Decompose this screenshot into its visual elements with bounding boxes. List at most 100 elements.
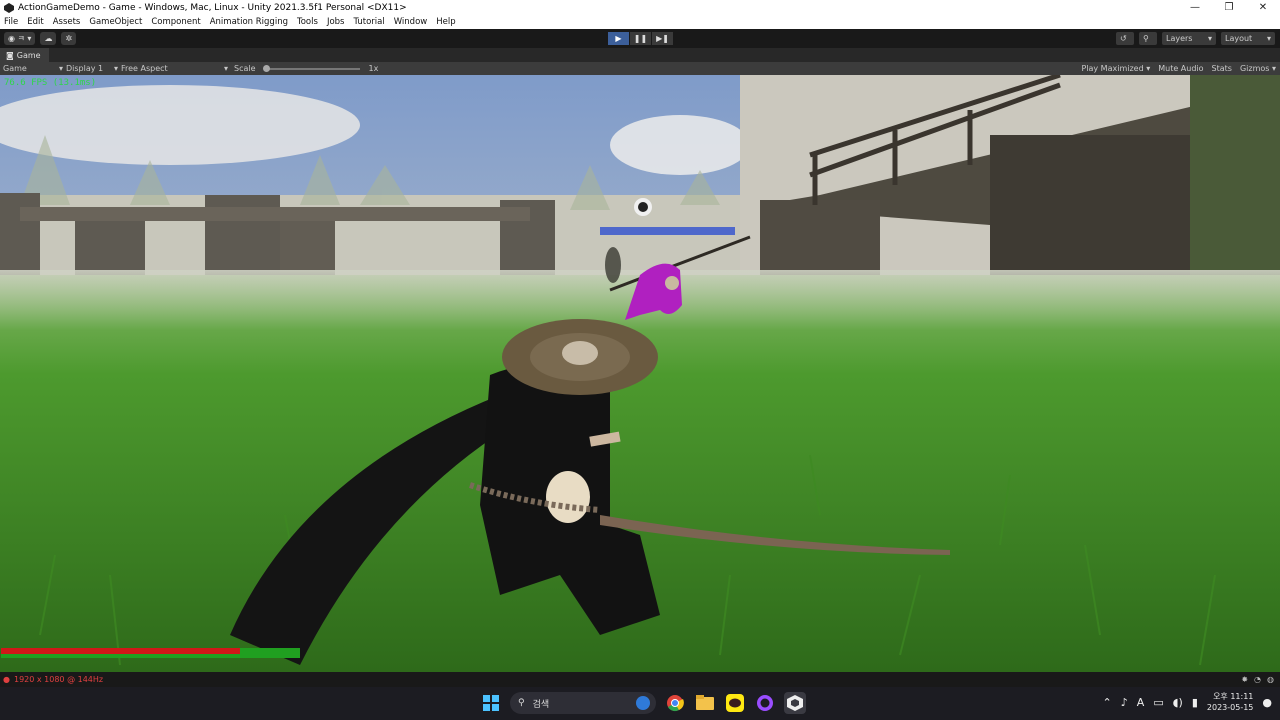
microphone-icon[interactable]: ♪ (1121, 696, 1128, 709)
chevron-down-icon: ▾ (113, 64, 118, 73)
game-view-toolbar: Game ▾ Display 1 ▾ Free Aspect ▾ Scale 1x P… (0, 62, 1280, 75)
tab-game-label: Game (16, 50, 41, 60)
chrome-icon (667, 695, 684, 712)
player-health-bar (1, 643, 300, 659)
unity-logo-icon (4, 2, 14, 13)
menu-tutorial[interactable]: Tutorial (353, 17, 384, 27)
history-icon: ↺ (1120, 34, 1127, 43)
unity-icon (787, 695, 803, 711)
gizmos-dropdown[interactable]: Gizmos ▾ (1240, 64, 1276, 73)
scale-label: Scale (234, 64, 256, 73)
start-button[interactable] (480, 692, 502, 714)
collab-icon: ✲ (65, 34, 73, 43)
play-controls: ▶ ❚❚ ▶❚ (608, 32, 673, 45)
menu-bar: File Edit Assets GameObject Component An… (0, 15, 1280, 29)
chevron-down-icon: ▾ (1146, 64, 1151, 73)
layers-label: Layers (1166, 34, 1193, 43)
scale-control: Scale 1x (234, 64, 378, 73)
menu-animation-rigging[interactable]: Animation Rigging (210, 17, 288, 27)
layout-dropdown[interactable]: Layout ▾ (1221, 32, 1275, 45)
network-icon[interactable]: ▭ (1153, 696, 1163, 709)
scale-slider[interactable] (262, 64, 360, 72)
window-title: ActionGameDemo - Game - Windows, Mac, Li… (18, 2, 407, 13)
error-icon: ● (3, 675, 10, 684)
game-viewport[interactable]: 76.6 FPS (13.1ms) (0, 75, 1280, 672)
minimize-button[interactable]: — (1178, 2, 1212, 13)
chevron-up-icon[interactable]: ⌃ (1103, 696, 1112, 709)
menu-help[interactable]: Help (436, 17, 455, 27)
window-titlebar: ActionGameDemo - Game - Windows, Mac, Li… (0, 0, 1280, 15)
progress-icon[interactable]: ◔ (1254, 675, 1261, 684)
tab-row: ◙ Game (0, 48, 1280, 62)
pause-icon: ❚❚ (633, 34, 648, 43)
taskbar-clock[interactable]: 오후 11:11 2023-05-15 (1207, 691, 1254, 713)
cloud-icon: ☁ (44, 34, 53, 43)
play-maximized-dropdown[interactable]: Play Maximized ▾ (1081, 64, 1150, 73)
menu-assets[interactable]: Assets (53, 17, 81, 27)
close-button[interactable]: ✕ (1246, 2, 1280, 13)
taskbar-github-desktop[interactable] (754, 692, 776, 714)
notification-icon[interactable]: ● (1262, 696, 1272, 709)
aspect-label: Free Aspect (121, 64, 168, 73)
taskbar-unity[interactable] (784, 692, 806, 714)
folder-icon (696, 695, 714, 710)
pause-button[interactable]: ❚❚ (630, 32, 651, 45)
step-icon: ▶❚ (656, 34, 669, 43)
play-icon: ▶ (615, 34, 622, 43)
search-icon: ⚲ (1143, 34, 1149, 43)
aspect-dropdown[interactable]: Free Aspect ▾ (121, 64, 228, 73)
ime-icon[interactable]: A (1137, 696, 1145, 709)
play-button[interactable]: ▶ (608, 32, 629, 45)
tab-game[interactable]: ◙ Game (0, 48, 49, 62)
battery-icon[interactable]: ▮ (1192, 696, 1198, 709)
menu-tools[interactable]: Tools (297, 17, 318, 27)
display-label: Display 1 (66, 64, 104, 73)
chevron-down-icon: ▾ (58, 64, 63, 73)
taskbar-search[interactable]: ⚲ 검색 (510, 692, 656, 714)
search-icon: ⚲ (518, 698, 525, 708)
chevron-down-icon: ▾ (223, 64, 228, 73)
layout-label: Layout (1225, 34, 1253, 43)
menu-jobs[interactable]: Jobs (327, 17, 345, 27)
bing-icon (636, 696, 650, 710)
play-maximized-label: Play Maximized (1081, 64, 1144, 73)
cloud-button[interactable]: ☁ (40, 32, 57, 45)
stats-toggle[interactable]: Stats (1212, 64, 1232, 73)
scale-value: 1x (368, 64, 379, 73)
menu-edit[interactable]: Edit (27, 17, 43, 27)
volume-icon[interactable]: ◖) (1173, 696, 1183, 709)
chevron-down-icon: ▾ (1266, 34, 1271, 43)
display-dropdown[interactable]: Display 1 ▾ (66, 64, 118, 73)
account-button[interactable]: ◉ ㅋ ▾ (4, 32, 36, 45)
windows-taskbar: ⚲ 검색 ⌃ ♪ A ▭ ◖) ▮ 오후 11:11 2023-05-15 ● (0, 687, 1280, 720)
step-button[interactable]: ▶❚ (652, 32, 673, 45)
menu-file[interactable]: File (4, 17, 18, 27)
maximize-button[interactable]: ❐ (1212, 2, 1246, 13)
cache-server-icon[interactable]: ◍ (1267, 675, 1274, 684)
fps-counter: 76.6 FPS (13.1ms) (4, 78, 97, 88)
collab-button[interactable]: ✲ (61, 32, 77, 45)
chevron-down-icon: ▾ (1271, 64, 1276, 73)
game-mode-dropdown[interactable]: Game ▾ (3, 64, 63, 73)
account-icon: ◉ (8, 34, 15, 43)
main-toolbar: ◉ ㅋ ▾ ☁ ✲ ▶ ❚❚ ▶❚ ↺ ⚲ Layers ▾ Layout ▾ (0, 29, 1280, 48)
gizmos-label: Gizmos (1239, 64, 1270, 73)
account-label: ㅋ ▾ (17, 34, 32, 43)
search-button[interactable]: ⚲ (1139, 32, 1157, 45)
lightbulb-icon[interactable]: ✸ (1241, 675, 1248, 684)
layers-dropdown[interactable]: Layers ▾ (1162, 32, 1216, 45)
mute-audio-toggle[interactable]: Mute Audio (1158, 64, 1203, 73)
chevron-down-icon: ▾ (1207, 34, 1212, 43)
menu-window[interactable]: Window (394, 17, 428, 27)
game-scene-image (0, 75, 1280, 672)
menu-gameobject[interactable]: GameObject (89, 17, 142, 27)
scale-slider-knob[interactable] (262, 64, 270, 72)
status-text[interactable]: 1920 x 1080 @ 144Hz (14, 675, 103, 684)
taskbar-file-explorer[interactable] (694, 692, 716, 714)
history-button[interactable]: ↺ (1116, 32, 1134, 45)
clock-time: 오후 11:11 (1213, 692, 1254, 701)
taskbar-kakaotalk[interactable] (724, 692, 746, 714)
menu-component[interactable]: Component (151, 17, 200, 27)
taskbar-chrome[interactable] (664, 692, 686, 714)
chat-icon (726, 694, 744, 712)
